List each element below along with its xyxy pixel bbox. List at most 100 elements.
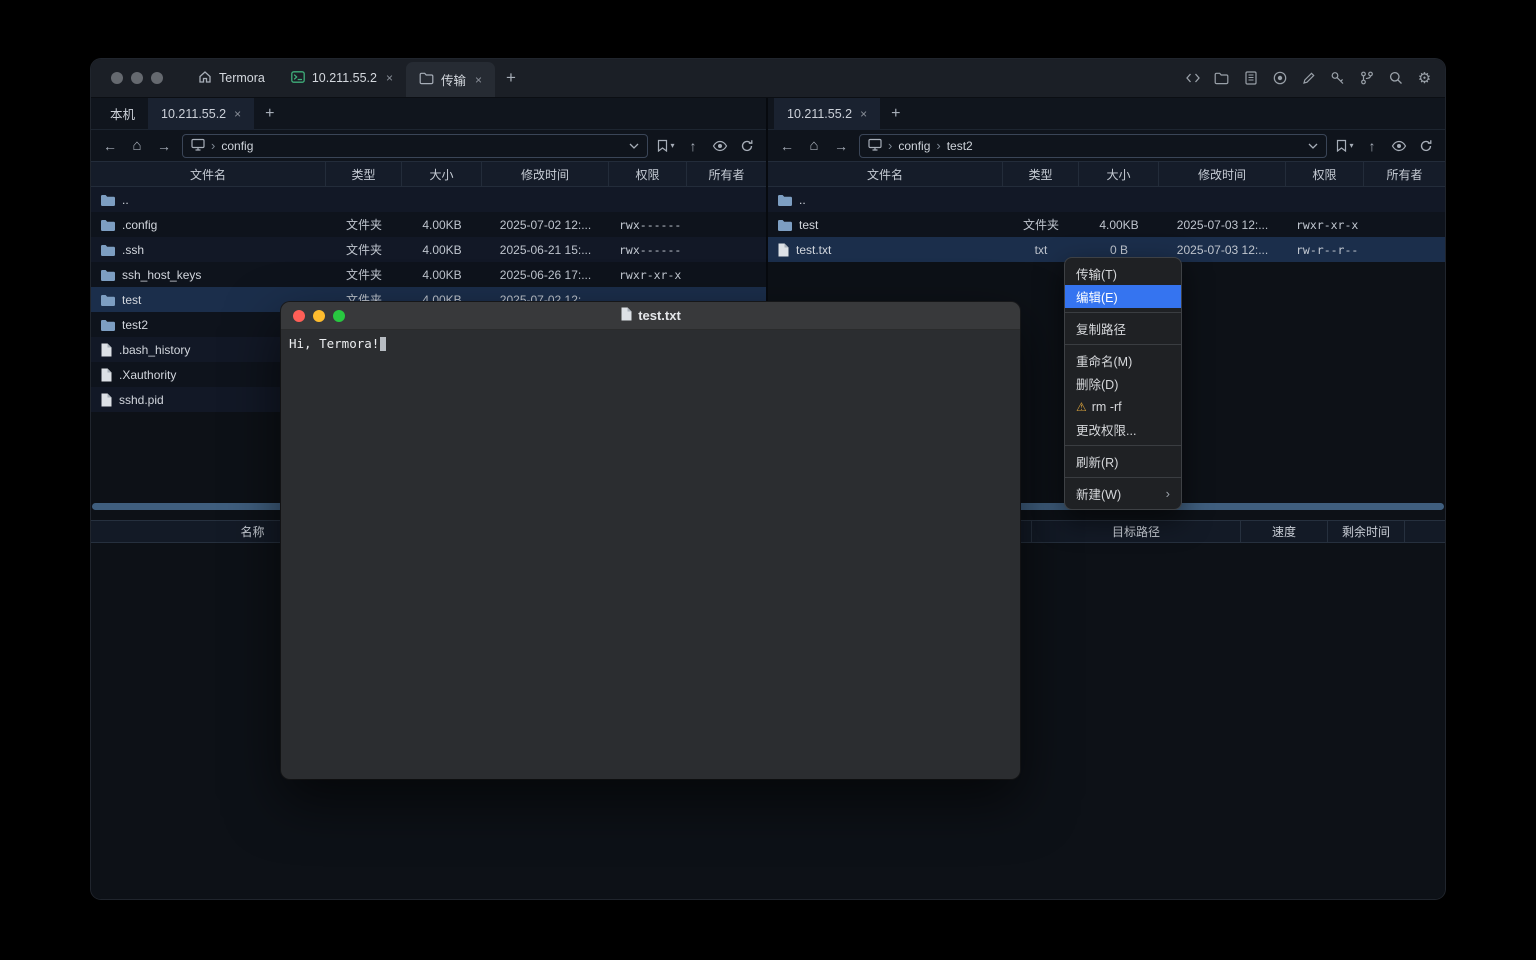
menu-item[interactable]: 传输(T) <box>1065 262 1181 285</box>
close-button[interactable] <box>111 72 123 84</box>
branch-icon[interactable] <box>1358 70 1375 87</box>
column-header[interactable]: 大小 <box>1079 162 1159 186</box>
search-icon[interactable] <box>1387 70 1404 87</box>
bookmark-button[interactable]: ▾ <box>1336 136 1354 156</box>
file-size: 4.00KB <box>1079 212 1159 237</box>
list-icon[interactable] <box>1242 70 1259 87</box>
menu-item[interactable]: 编辑(E) <box>1065 285 1181 308</box>
right-panel-toolbar: ← ⌂ → › config › test2 ▾ <box>768 130 1445 161</box>
gear-icon[interactable]: ⚙ <box>1416 70 1433 87</box>
minimize-button[interactable] <box>131 72 143 84</box>
file-table-header: 文件名类型大小修改时间权限所有者 <box>768 161 1445 187</box>
file-row[interactable]: .. <box>91 187 766 212</box>
folder-icon <box>100 244 115 256</box>
home-button[interactable]: ⌂ <box>128 136 146 156</box>
tab-remote-10-211-55-2[interactable]: 10.211.55.2 × <box>148 98 254 130</box>
window-controls <box>91 72 185 84</box>
column-header[interactable]: 修改时间 <box>1159 162 1286 186</box>
tab-termora-home[interactable]: Termora <box>185 59 278 97</box>
refresh-button[interactable] <box>1417 136 1435 156</box>
transfer-column-tail <box>1405 521 1445 542</box>
path-breadcrumb[interactable]: › config <box>182 134 648 158</box>
column-header[interactable]: 类型 <box>326 162 402 186</box>
new-panel-tab-button[interactable]: + <box>254 105 285 123</box>
menu-item[interactable]: 复制路径 <box>1065 317 1181 340</box>
column-header[interactable]: 类型 <box>1003 162 1079 186</box>
back-button[interactable]: ← <box>101 136 119 156</box>
menu-item[interactable]: 新建(W)› <box>1065 482 1181 505</box>
forward-button[interactable]: → <box>155 136 173 156</box>
editor-text: Hi, Termora! <box>289 336 379 351</box>
editor-minimize-button[interactable] <box>313 310 325 322</box>
forward-button[interactable]: → <box>832 136 850 156</box>
folder-icon[interactable] <box>1213 70 1230 87</box>
refresh-button[interactable] <box>738 136 756 156</box>
breadcrumb-segment[interactable]: config <box>898 139 930 153</box>
column-header[interactable]: 权限 <box>609 162 687 186</box>
pencil-icon[interactable] <box>1300 70 1317 87</box>
tab-transfer[interactable]: 传输 × <box>406 62 495 97</box>
computer-icon <box>868 138 882 154</box>
code-icon[interactable] <box>1184 70 1201 87</box>
file-owner <box>1364 187 1445 212</box>
breadcrumb-segment[interactable]: test2 <box>947 139 973 153</box>
home-button[interactable]: ⌂ <box>805 136 823 156</box>
file-row[interactable]: test文件夹4.00KB2025-07-03 12:...rwxr-xr-x <box>768 212 1445 237</box>
menu-item[interactable]: ⚠rm -rf <box>1065 395 1181 418</box>
file-modified: 2025-07-03 12:... <box>1159 212 1286 237</box>
show-hidden-files-button[interactable] <box>1390 136 1408 156</box>
close-tab-icon[interactable]: × <box>386 71 393 85</box>
column-header[interactable]: 所有者 <box>687 162 766 186</box>
tab-remote-10-211-55-2[interactable]: 10.211.55.2 × <box>774 98 880 130</box>
chevron-down-icon[interactable] <box>1308 143 1318 149</box>
file-row[interactable]: .. <box>768 187 1445 212</box>
breadcrumb-segment[interactable]: config <box>221 139 253 153</box>
transfer-column-target-path[interactable]: 目标路径 <box>1032 521 1241 542</box>
upload-button[interactable]: ↑ <box>1363 136 1381 156</box>
editor-close-button[interactable] <box>293 310 305 322</box>
chevron-down-icon[interactable] <box>629 143 639 149</box>
file-name: test2 <box>122 318 148 332</box>
column-header[interactable]: 大小 <box>402 162 482 186</box>
file-row[interactable]: ssh_host_keys文件夹4.00KB2025-06-26 17:...r… <box>91 262 766 287</box>
close-tab-icon[interactable]: × <box>475 73 482 87</box>
key-icon[interactable] <box>1329 70 1346 87</box>
menu-item[interactable]: 更改权限... <box>1065 418 1181 441</box>
column-header[interactable]: 修改时间 <box>482 162 609 186</box>
editor-content[interactable]: Hi, Termora! <box>281 330 1020 779</box>
show-hidden-files-button[interactable] <box>711 136 729 156</box>
file-owner <box>1364 237 1445 262</box>
file-row[interactable]: .ssh文件夹4.00KB2025-06-21 15:...rwx------ <box>91 237 766 262</box>
editor-zoom-button[interactable] <box>333 310 345 322</box>
back-button[interactable]: ← <box>778 136 796 156</box>
editor-titlebar[interactable]: test.txt <box>281 302 1020 330</box>
menu-item[interactable]: 删除(D) <box>1065 372 1181 395</box>
upload-button[interactable]: ↑ <box>684 136 702 156</box>
column-header[interactable]: 文件名 <box>91 162 326 186</box>
column-header[interactable]: 文件名 <box>768 162 1003 186</box>
record-icon[interactable] <box>1271 70 1288 87</box>
transfer-column-speed[interactable]: 速度 <box>1241 521 1328 542</box>
column-header[interactable]: 权限 <box>1286 162 1364 186</box>
file-owner <box>687 237 766 262</box>
file-type: 文件夹 <box>326 262 402 287</box>
file-size <box>402 187 482 212</box>
column-header[interactable]: 所有者 <box>1364 162 1445 186</box>
tab-local-machine[interactable]: 本机 <box>97 98 148 130</box>
new-panel-tab-button[interactable]: + <box>880 105 911 123</box>
tab-ssh-session[interactable]: 10.211.55.2 × <box>278 59 406 97</box>
file-row[interactable]: .config文件夹4.00KB2025-07-02 12:...rwx----… <box>91 212 766 237</box>
transfer-column-remaining-time[interactable]: 剩余时间 <box>1328 521 1405 542</box>
file-type: 文件夹 <box>1003 212 1079 237</box>
close-tab-icon[interactable]: × <box>234 107 241 121</box>
menu-item[interactable]: 重命名(M) <box>1065 349 1181 372</box>
file-modified <box>482 187 609 212</box>
new-tab-button[interactable]: + <box>495 68 527 88</box>
bookmark-button[interactable]: ▾ <box>657 136 675 156</box>
folder-icon <box>419 72 434 88</box>
menu-item[interactable]: 刷新(R) <box>1065 450 1181 473</box>
path-breadcrumb[interactable]: › config › test2 <box>859 134 1327 158</box>
close-tab-icon[interactable]: × <box>860 107 867 121</box>
file-size: 4.00KB <box>402 237 482 262</box>
zoom-button[interactable] <box>151 72 163 84</box>
